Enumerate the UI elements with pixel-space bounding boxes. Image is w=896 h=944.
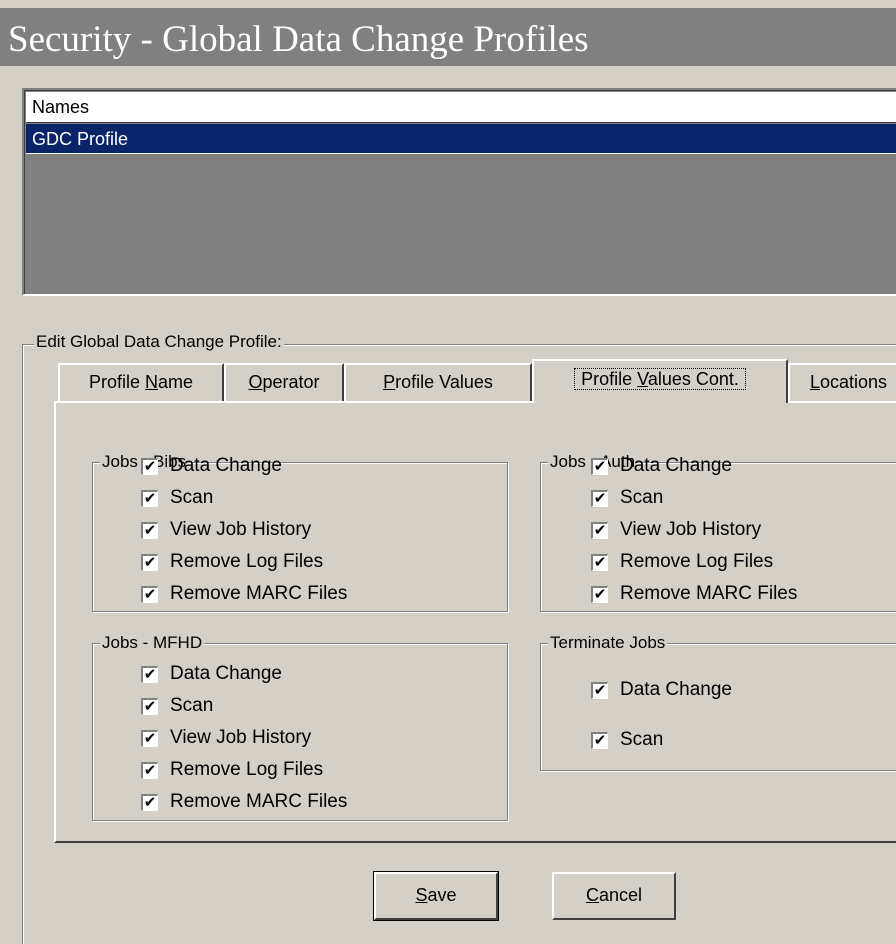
checkbox-checked-icon[interactable]: ✔ — [141, 489, 158, 507]
checkbox-label: Data Change — [620, 455, 732, 476]
tab-label-pre: Profile — [581, 369, 638, 389]
terminate-jobs-label: Terminate Jobs — [548, 633, 668, 653]
checkbox-label: Scan — [620, 729, 664, 750]
tab-focus-label: Profile Values Cont. — [574, 368, 746, 390]
checkbox-auth-data-change[interactable]: ✔ Data Change — [591, 454, 732, 478]
tab-profile-values-cont[interactable]: Profile Values Cont. — [532, 359, 788, 403]
names-column-header[interactable]: Names — [26, 92, 896, 123]
checkbox-label: Remove MARC Files — [620, 583, 798, 604]
checkbox-checked-icon[interactable]: ✔ — [141, 585, 158, 603]
checkbox-label: Remove Log Files — [170, 551, 324, 572]
list-item[interactable]: GDC Profile — [26, 124, 896, 154]
checkbox-auth-remove-marc-files[interactable]: ✔ Remove MARC Files — [591, 582, 797, 606]
jobs-mfhd-label: Jobs - MFHD — [100, 633, 205, 653]
checkbox-terminate-data-change[interactable]: ✔ Data Change — [591, 678, 732, 702]
tab-label-pre: Profile — [88, 372, 145, 392]
checkbox-checked-icon[interactable]: ✔ — [141, 521, 158, 539]
checkbox-label: Scan — [170, 487, 214, 508]
tab-label-post: ame — [158, 372, 194, 392]
button-label: ancel — [598, 885, 643, 905]
window-title: Security - Global Data Change Profiles — [8, 19, 589, 60]
checkbox-label: Remove MARC Files — [170, 791, 348, 812]
tab-operator[interactable]: Operator — [224, 363, 344, 401]
names-listbox[interactable]: Names GDC Profile — [22, 88, 896, 296]
checkbox-label: View Job History — [170, 727, 312, 748]
checkbox-bibs-view-job-history[interactable]: ✔ View Job History — [141, 518, 311, 542]
checkbox-checked-icon[interactable]: ✔ — [141, 793, 158, 811]
checkbox-label: Remove Log Files — [170, 759, 324, 780]
tab-label-mnemonic: O — [248, 372, 263, 392]
checkbox-label: Data Change — [170, 663, 282, 684]
checkbox-checked-icon[interactable]: ✔ — [141, 697, 158, 715]
button-mnemonic: C — [585, 885, 599, 905]
checkbox-auth-scan[interactable]: ✔ Scan — [591, 486, 663, 510]
checkbox-checked-icon[interactable]: ✔ — [141, 457, 158, 475]
checkbox-mfhd-remove-marc-files[interactable]: ✔ Remove MARC Files — [141, 790, 347, 814]
tab-profile-values[interactable]: Profile Values — [344, 363, 532, 401]
checkbox-checked-icon[interactable]: ✔ — [141, 665, 158, 683]
checkbox-terminate-scan[interactable]: ✔ Scan — [591, 728, 663, 752]
checkbox-label: View Job History — [620, 519, 762, 540]
checkbox-auth-view-job-history[interactable]: ✔ View Job History — [591, 518, 761, 542]
checkbox-bibs-remove-log-files[interactable]: ✔ Remove Log Files — [141, 550, 323, 574]
tab-label-post: rofile Values — [395, 372, 493, 392]
tab-label-post: ocations — [820, 372, 888, 392]
checkbox-checked-icon[interactable]: ✔ — [591, 489, 608, 507]
checkbox-label: Scan — [170, 695, 214, 716]
checkbox-checked-icon[interactable]: ✔ — [591, 731, 608, 749]
tab-label-mnemonic: P — [383, 372, 396, 392]
checkbox-mfhd-scan[interactable]: ✔ Scan — [141, 694, 213, 718]
save-button[interactable]: Save — [373, 871, 499, 921]
checkbox-label: Remove Log Files — [620, 551, 774, 572]
checkbox-bibs-scan[interactable]: ✔ Scan — [141, 486, 213, 510]
checkbox-checked-icon[interactable]: ✔ — [591, 681, 608, 699]
tab-label-post: alues Cont. — [647, 369, 739, 389]
button-mnemonic: S — [415, 885, 428, 905]
checkbox-checked-icon[interactable]: ✔ — [591, 457, 608, 475]
checkbox-checked-icon[interactable]: ✔ — [591, 553, 608, 571]
tab-profile-name[interactable]: Profile Name — [58, 363, 224, 401]
checkbox-mfhd-remove-log-files[interactable]: ✔ Remove Log Files — [141, 758, 323, 782]
checkbox-bibs-remove-marc-files[interactable]: ✔ Remove MARC Files — [141, 582, 347, 606]
checkbox-auth-remove-log-files[interactable]: ✔ Remove Log Files — [591, 550, 773, 574]
checkbox-checked-icon[interactable]: ✔ — [141, 729, 158, 747]
tab-label-mnemonic: V — [637, 369, 648, 389]
tab-locations[interactable]: Locations — [788, 363, 896, 401]
checkbox-label: Data Change — [170, 455, 282, 476]
checkbox-mfhd-view-job-history[interactable]: ✔ View Job History — [141, 726, 311, 750]
checkbox-checked-icon[interactable]: ✔ — [591, 585, 608, 603]
title-bar: Security - Global Data Change Profiles — [0, 8, 896, 66]
edit-profile-group-label: Edit Global Data Change Profile: — [34, 332, 284, 352]
checkbox-checked-icon[interactable]: ✔ — [141, 553, 158, 571]
checkbox-label: Data Change — [620, 679, 732, 700]
checkbox-checked-icon[interactable]: ✔ — [141, 761, 158, 779]
checkbox-bibs-data-change[interactable]: ✔ Data Change — [141, 454, 282, 478]
button-label: ave — [427, 885, 457, 905]
checkbox-label: Remove MARC Files — [170, 583, 348, 604]
checkbox-mfhd-data-change[interactable]: ✔ Data Change — [141, 662, 282, 686]
checkbox-label: View Job History — [170, 519, 312, 540]
tab-label-mnemonic: N — [145, 372, 158, 392]
tab-label-mnemonic: L — [810, 372, 821, 392]
cancel-button[interactable]: Cancel — [552, 872, 676, 920]
tab-label-post: perator — [262, 372, 320, 392]
checkbox-label: Scan — [620, 487, 664, 508]
checkbox-checked-icon[interactable]: ✔ — [591, 521, 608, 539]
